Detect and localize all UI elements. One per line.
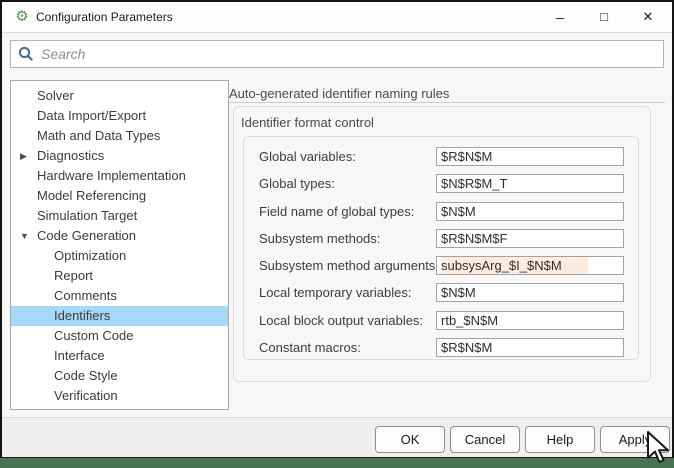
field-value: $N$M <box>441 203 476 219</box>
footer-button-bar: OK Cancel Help Apply <box>2 417 672 457</box>
sidebar-item-math-and-data-types[interactable]: Math and Data Types <box>11 126 228 146</box>
sidebar-item-label: Diagnostics <box>37 148 105 163</box>
configuration-parameters-window: ⚙ Configuration Parameters – □ ✕ Solver D… <box>2 2 672 457</box>
help-button[interactable]: Help <box>525 426 595 453</box>
field-row-subsystem-method-arguments: Subsystem method arguments: subsysArg_$I_… <box>259 256 638 276</box>
field-value: $N$M <box>441 285 476 301</box>
field-label: Local block output variables: <box>259 312 424 328</box>
sidebar-item-code-style[interactable]: Code Style <box>11 366 228 386</box>
local-block-output-variables-input[interactable]: rtb_$N$M <box>436 310 624 330</box>
desktop-background-strip <box>0 458 674 468</box>
field-row-global-types: Global types: $N$R$M_T <box>259 174 638 194</box>
sidebar-item-label: Comments <box>54 288 117 303</box>
titlebar: ⚙ Configuration Parameters – □ ✕ <box>2 2 672 33</box>
sidebar-item-label: Math and Data Types <box>37 128 161 143</box>
field-value: $N$R$M_T <box>441 176 508 192</box>
field-row-local-temporary-variables: Local temporary variables: $N$M <box>259 283 638 303</box>
sidebar-item-identifiers[interactable]: Identifiers <box>11 306 228 326</box>
tree-collapsed-icon[interactable]: ▶ <box>20 146 27 166</box>
field-label: Global types: <box>259 176 335 192</box>
field-label: Global variables: <box>259 149 356 164</box>
field-value: $R$N$M <box>441 340 493 356</box>
sidebar-tree: Solver Data Import/Export Math and Data Ty… <box>10 80 229 410</box>
sidebar-item-label: Optimization <box>54 248 127 263</box>
maximize-button[interactable]: □ <box>587 2 621 32</box>
field-row-constant-macros: Constant macros: $R$N$M <box>259 338 638 358</box>
search-icon <box>18 46 33 61</box>
sidebar-item-solver[interactable]: Solver <box>11 86 228 106</box>
global-variables-input[interactable]: $R$N$M <box>436 147 624 166</box>
field-row-global-variables: Global variables: $R$N$M <box>259 147 638 166</box>
global-types-input[interactable]: $N$R$M_T <box>436 174 624 194</box>
field-value: $R$N$M <box>441 149 493 164</box>
sidebar-item-label: Verification <box>54 388 118 403</box>
field-label: Local temporary variables: <box>259 285 412 301</box>
subsystem-methods-input[interactable]: $R$N$M$F <box>436 228 624 248</box>
field-value: $R$N$M$F <box>441 230 508 246</box>
sidebar-item-label: Data Import/Export <box>37 108 147 123</box>
heading-divider <box>229 102 665 103</box>
identifier-fields-box: Global variables: $R$N$M Global types: $N$R… <box>243 136 639 360</box>
sidebar-item-label: Interface <box>54 348 105 363</box>
close-button[interactable]: ✕ <box>631 2 665 32</box>
sidebar-item-label: Hardware Implementation <box>37 168 186 183</box>
screen: ⚙ Configuration Parameters – □ ✕ Solver D… <box>0 0 674 468</box>
sidebar-item-label: Code Style <box>54 368 118 383</box>
sidebar-item-report[interactable]: Report <box>11 266 228 286</box>
sidebar-item-comments[interactable]: Comments <box>11 286 228 306</box>
field-row-field-name-of-global-types: Field name of global types: $N$M <box>259 201 638 221</box>
minimize-button[interactable]: – <box>543 2 577 32</box>
sidebar-item-label: Custom Code <box>54 328 134 343</box>
tree-expanded-icon[interactable]: ▼ <box>20 226 29 246</box>
sidebar-item-label: Model Referencing <box>37 188 147 203</box>
cancel-button[interactable]: Cancel <box>450 426 520 453</box>
field-row-local-block-output-variables: Local block output variables: rtb_$N$M <box>259 310 638 330</box>
field-row-subsystem-methods: Subsystem methods: $R$N$M$F <box>259 228 638 248</box>
field-name-of-global-types-input[interactable]: $N$M <box>436 201 624 221</box>
sidebar-item-hardware-implementation[interactable]: Hardware Implementation <box>11 166 228 186</box>
search-input[interactable] <box>41 46 656 62</box>
sidebar-item-optimization[interactable]: Optimization <box>11 246 228 266</box>
sidebar-item-diagnostics[interactable]: ▶ Diagnostics <box>11 146 228 166</box>
sidebar-item-label: Report <box>54 268 94 283</box>
search-bar <box>10 40 664 68</box>
sidebar-item-code-generation[interactable]: ▼ Code Generation <box>11 226 228 246</box>
sidebar-item-simulation-target[interactable]: Simulation Target <box>11 206 228 226</box>
sidebar-item-label: Solver <box>37 88 74 103</box>
local-temporary-variables-input[interactable]: $N$M <box>436 283 624 303</box>
ok-button[interactable]: OK <box>375 426 445 453</box>
window-title: Configuration Parameters <box>36 10 173 24</box>
field-label: Subsystem method arguments: <box>259 258 439 274</box>
identifier-fields: Global variables: $R$N$M Global types: $N$R… <box>244 147 638 365</box>
subsystem-method-arguments-input[interactable]: subsysArg_$I_$N$M <box>436 256 624 276</box>
sidebar-item-data-import-export[interactable]: Data Import/Export <box>11 106 228 126</box>
field-value: rtb_$N$M <box>441 312 499 328</box>
apply-button[interactable]: Apply <box>600 426 670 453</box>
sidebar-item-label: Code Generation <box>37 228 137 243</box>
sidebar-item-label: Simulation Target <box>37 208 138 223</box>
sidebar-item-model-referencing[interactable]: Model Referencing <box>11 186 228 206</box>
sidebar-item-custom-code[interactable]: Custom Code <box>11 326 228 346</box>
sidebar-item-label: Identifiers <box>54 308 111 323</box>
page-title: Auto-generated identifier naming rules <box>229 86 450 101</box>
sidebar-item-interface[interactable]: Interface <box>11 346 228 366</box>
field-label: Constant macros: <box>259 340 361 356</box>
field-label: Field name of global types: <box>259 203 415 219</box>
field-value: subsysArg_$I_$N$M <box>441 257 588 275</box>
group-title: Identifier format control <box>241 115 374 130</box>
field-label: Subsystem methods: <box>259 230 381 246</box>
sidebar-item-verification[interactable]: Verification <box>11 386 228 406</box>
constant-macros-input[interactable]: $R$N$M <box>436 338 624 358</box>
gear-icon: ⚙ <box>15 8 29 25</box>
